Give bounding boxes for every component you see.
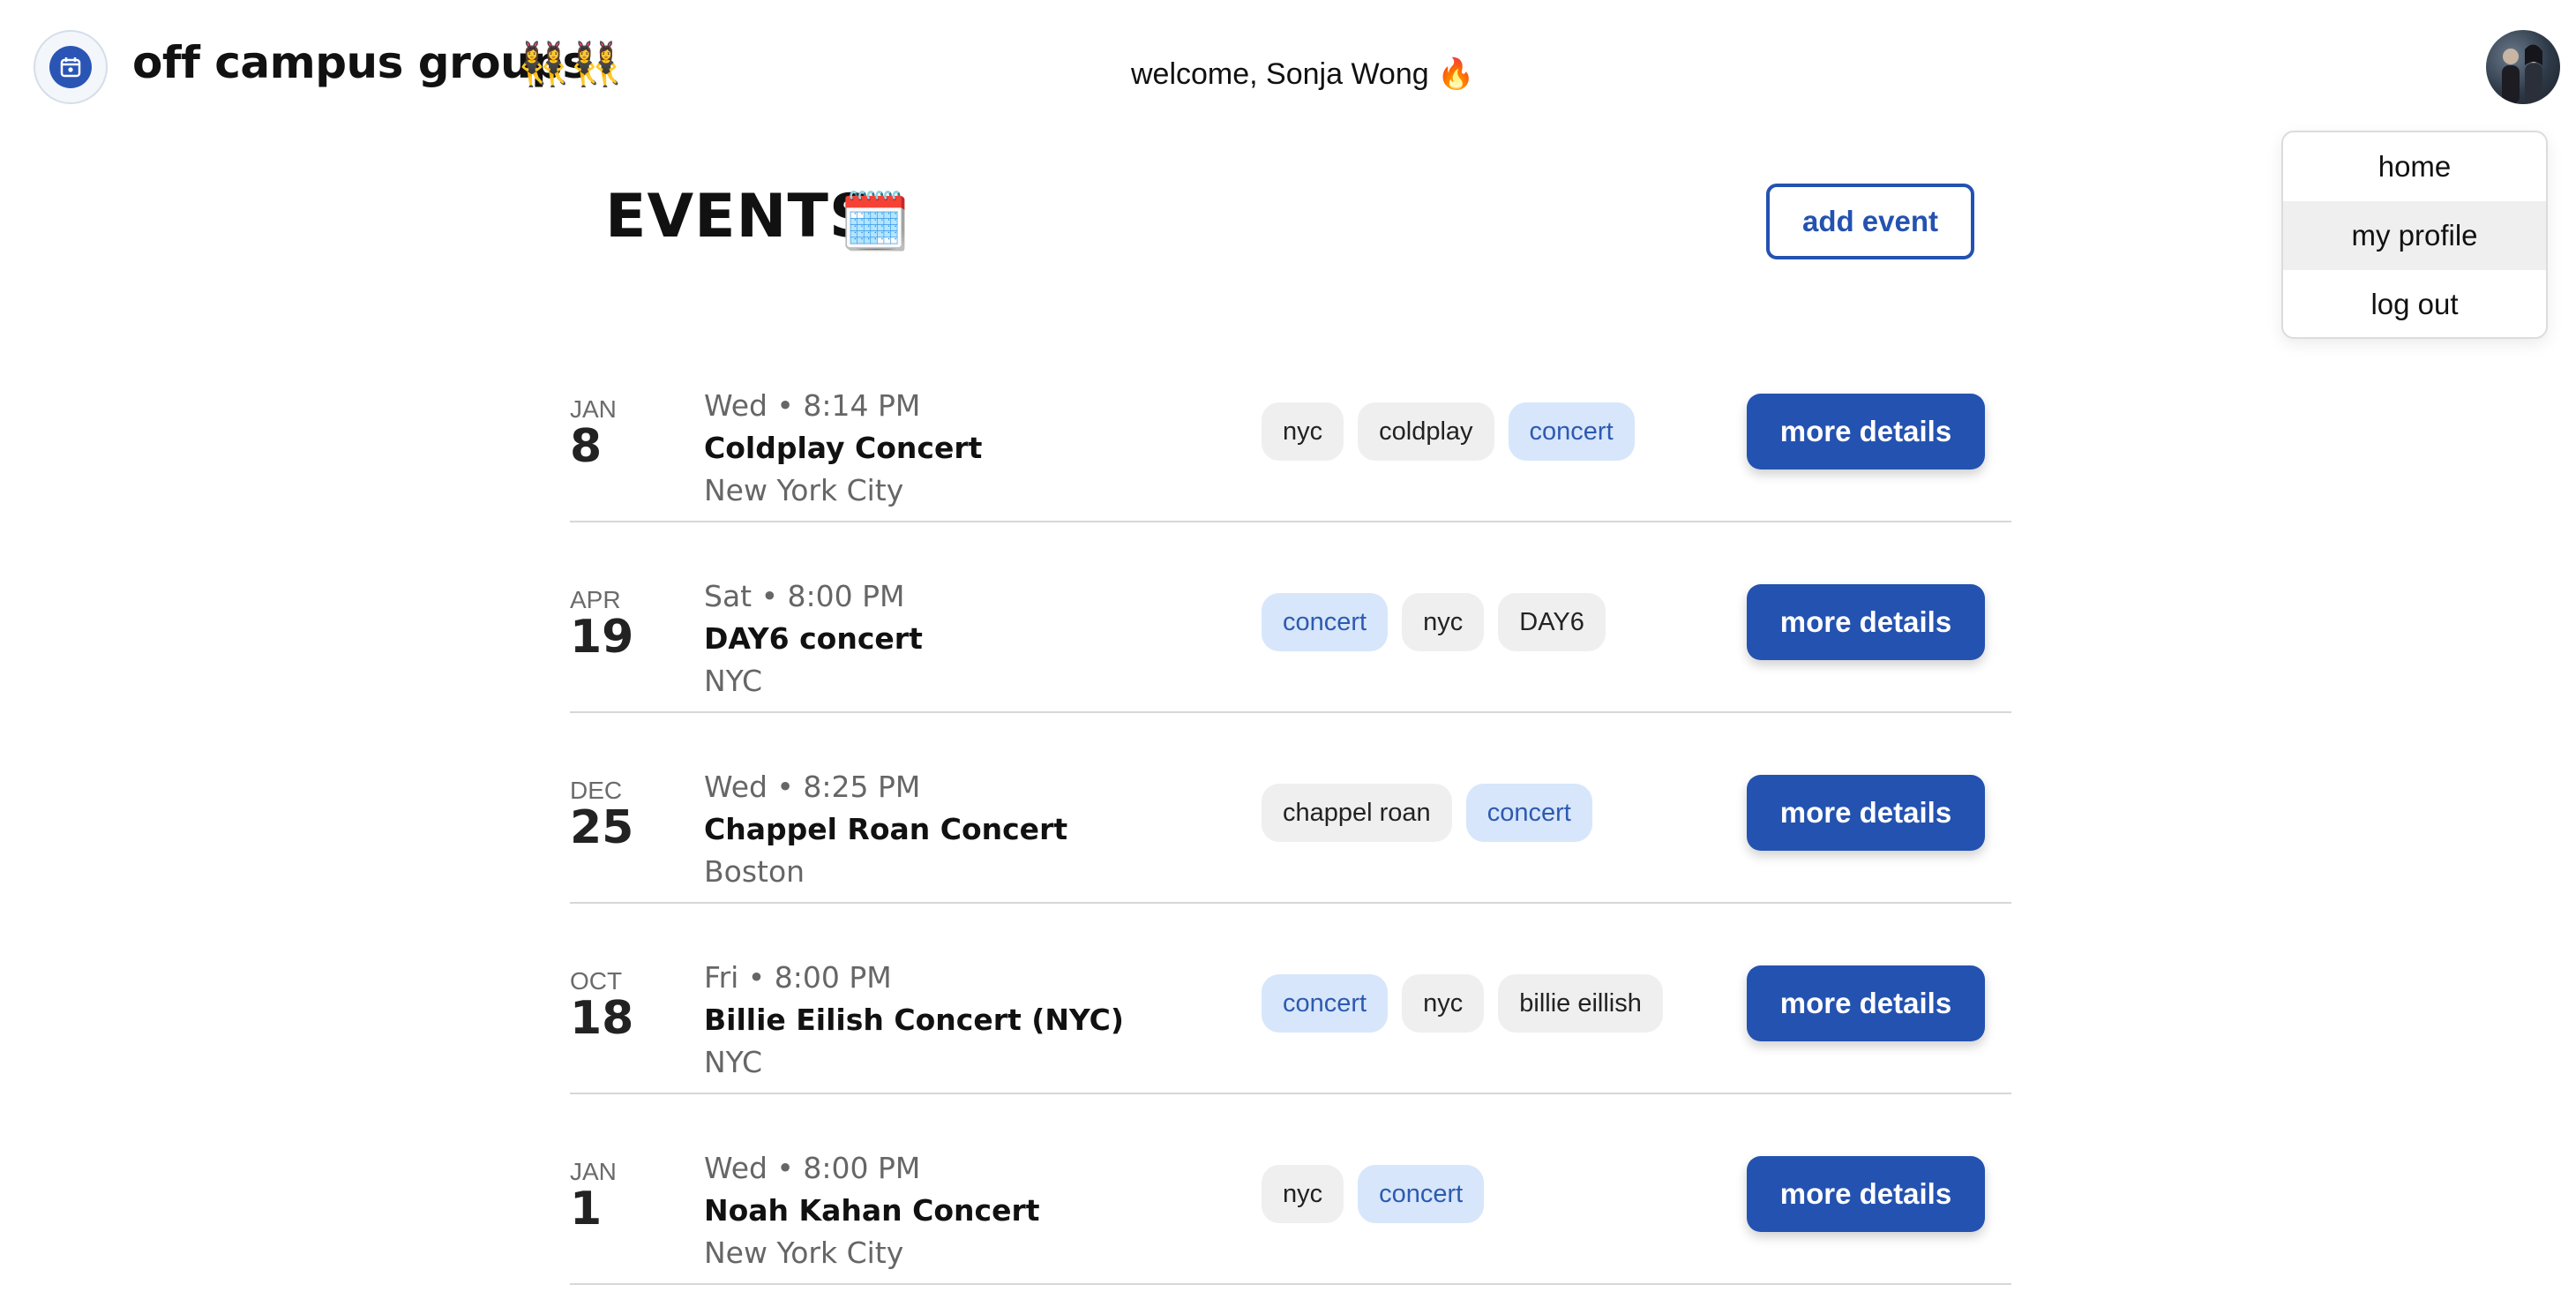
- event-location: NYC: [704, 664, 763, 698]
- event-tags: nyc concert: [1262, 1165, 1485, 1223]
- menu-item-my-profile[interactable]: my profile: [2283, 201, 2546, 270]
- event-row: JAN 8 Wed • 8:14 PM Coldplay Concert New…: [570, 332, 2011, 522]
- add-event-button[interactable]: add event: [1766, 184, 1974, 259]
- event-day: 1: [570, 1183, 603, 1236]
- event-tags: concert nyc DAY6: [1262, 593, 1606, 651]
- event-row: JAN 1 Wed • 8:00 PM Noah Kahan Concert N…: [570, 1094, 2011, 1285]
- event-tag: DAY6: [1498, 593, 1606, 651]
- calendar-logo-icon: [49, 46, 92, 88]
- event-row: DEC 25 Wed • 8:25 PM Chappel Roan Concer…: [570, 713, 2011, 904]
- event-tags: chappel roan concert: [1262, 784, 1592, 842]
- event-tag: concert: [1358, 1165, 1485, 1223]
- event-tag: coldplay: [1358, 402, 1494, 461]
- event-tag: concert: [1262, 974, 1389, 1033]
- more-details-button[interactable]: more details: [1747, 1156, 1985, 1232]
- event-tag: concert: [1262, 593, 1389, 651]
- event-location: New York City: [704, 1236, 904, 1270]
- event-location: New York City: [704, 473, 904, 507]
- event-tag: concert: [1508, 402, 1635, 461]
- more-details-button[interactable]: more details: [1747, 584, 1985, 660]
- welcome-message: welcome, Sonja Wong 🔥: [1131, 57, 1475, 91]
- event-tag: nyc: [1402, 593, 1485, 651]
- event-time: Fri • 8:00 PM: [704, 960, 892, 995]
- event-row: APR 19 Sat • 8:00 PM DAY6 concert NYC co…: [570, 522, 2011, 713]
- event-tags: concert nyc billie eillish: [1262, 974, 1663, 1033]
- event-tag: nyc: [1262, 1165, 1344, 1223]
- event-location: NYC: [704, 1045, 763, 1079]
- menu-item-log-out[interactable]: log out: [2283, 270, 2546, 337]
- event-tag: billie eillish: [1498, 974, 1663, 1033]
- event-time: Wed • 8:25 PM: [704, 770, 921, 804]
- dancers-emoji-icon: 👯‍♀️👯‍♀️: [517, 41, 623, 88]
- event-day: 8: [570, 420, 603, 473]
- event-tag: chappel roan: [1262, 784, 1452, 842]
- event-tag: nyc: [1402, 974, 1485, 1033]
- event-row: OCT 18 Fri • 8:00 PM Billie Eilish Conce…: [570, 904, 2011, 1094]
- event-title: Billie Eilish Concert (NYC): [704, 1003, 1124, 1037]
- more-details-button[interactable]: more details: [1747, 775, 1985, 851]
- event-title: Coldplay Concert: [704, 431, 983, 465]
- user-menu-dropdown: home my profile log out: [2281, 131, 2548, 339]
- event-time: Wed • 8:00 PM: [704, 1151, 921, 1185]
- event-tags: nyc coldplay concert: [1262, 402, 1635, 461]
- page-title: EVENTS: [605, 182, 873, 252]
- app-logo-icon[interactable]: [34, 30, 108, 104]
- calendar-emoji-icon: 🗓️: [840, 190, 910, 253]
- more-details-button[interactable]: more details: [1747, 394, 1985, 469]
- event-day: 19: [570, 611, 634, 664]
- event-tag: nyc: [1262, 402, 1344, 461]
- event-tag: concert: [1465, 784, 1592, 842]
- event-location: Boston: [704, 854, 805, 889]
- more-details-button[interactable]: more details: [1747, 965, 1985, 1041]
- event-time: Wed • 8:14 PM: [704, 388, 921, 423]
- event-day: 25: [570, 801, 634, 854]
- event-day: 18: [570, 992, 634, 1045]
- event-title: DAY6 concert: [704, 621, 923, 656]
- user-avatar[interactable]: [2486, 30, 2560, 104]
- menu-item-home[interactable]: home: [2283, 132, 2546, 201]
- event-title: Chappel Roan Concert: [704, 812, 1068, 846]
- event-title: Noah Kahan Concert: [704, 1193, 1040, 1228]
- event-time: Sat • 8:00 PM: [704, 579, 905, 613]
